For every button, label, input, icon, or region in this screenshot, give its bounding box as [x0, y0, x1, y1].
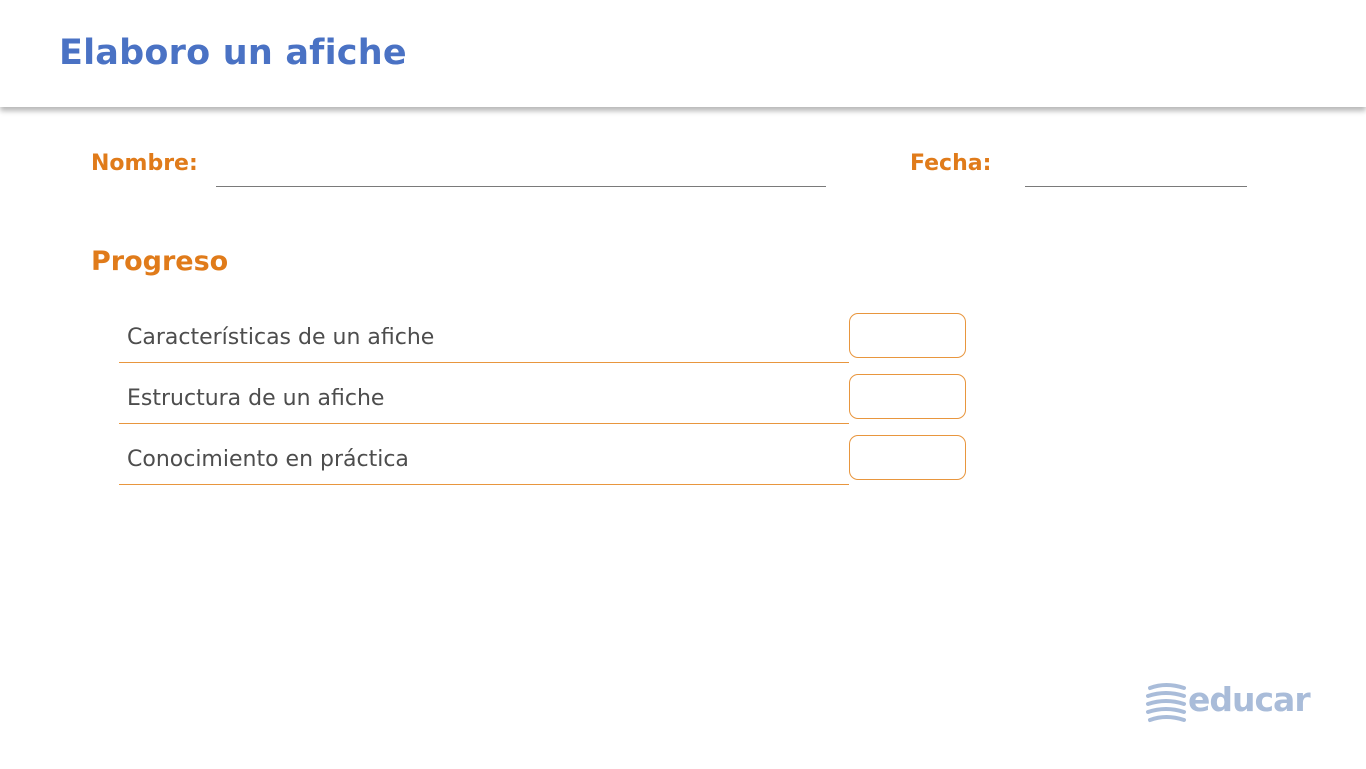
page-title: Elaboro un afiche	[59, 33, 407, 73]
progress-item-box[interactable]	[849, 435, 966, 480]
progress-item-underline	[119, 423, 849, 424]
educar-logo-text: educar	[1188, 680, 1311, 719]
date-label: Fecha:	[910, 151, 992, 176]
date-field-line[interactable]	[1025, 186, 1247, 187]
progress-item-label: Características de un afiche	[127, 325, 435, 350]
header-bar: Elaboro un afiche	[0, 0, 1366, 107]
progress-item-label: Conocimiento en práctica	[127, 447, 409, 472]
progress-item: Características de un afiche	[119, 313, 969, 363]
educar-logo-icon	[1146, 683, 1186, 722]
progress-item: Estructura de un afiche	[119, 374, 969, 424]
progress-title: Progreso	[91, 246, 229, 277]
name-field-line[interactable]	[216, 186, 826, 187]
progress-item: Conocimiento en práctica	[119, 435, 969, 485]
progress-item-underline	[119, 484, 849, 485]
progress-item-label: Estructura de un afiche	[127, 386, 385, 411]
progress-item-underline	[119, 362, 849, 363]
educar-logo: educar	[1144, 680, 1311, 724]
name-label: Nombre:	[91, 151, 198, 176]
progress-item-box[interactable]	[849, 313, 966, 358]
progress-item-box[interactable]	[849, 374, 966, 419]
